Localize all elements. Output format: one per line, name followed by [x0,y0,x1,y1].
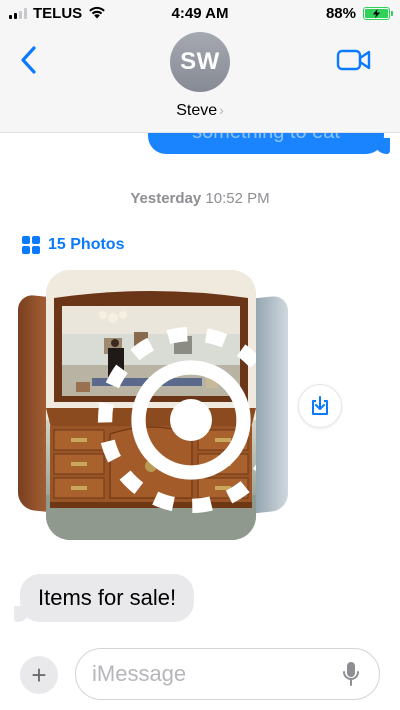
photo-stack[interactable] [18,268,288,543]
save-photos-button[interactable] [298,384,342,428]
chevron-right-icon: › [219,102,224,118]
plus-icon: + [31,659,47,690]
timestamp-time: 10:52 PM [205,190,270,207]
contact-name-button[interactable]: Steve › [0,102,400,120]
contact-avatar[interactable]: SW [170,32,230,92]
dresser-mirror-photo[interactable] [46,270,256,540]
photo-grid-icon [22,236,40,254]
live-photo-icon [97,326,256,514]
photos-count-label: 15 Photos [48,236,125,253]
message-timestamp: Yesterday 10:52 PM [0,190,400,207]
received-message-text: Items for sale! [38,585,177,610]
contact-name: Steve [176,102,218,119]
photos-collection-link[interactable]: 15 Photos [22,236,124,254]
apps-plus-button[interactable]: + [20,656,58,694]
status-bar: TELUS 4:49 AM 88% [0,0,400,28]
battery-percentage: 88% [325,5,356,22]
download-icon [312,396,328,415]
microphone-icon[interactable] [342,661,360,687]
video-camera-icon[interactable] [336,48,372,72]
timestamp-day: Yesterday [130,190,202,207]
received-message-bubble[interactable]: Items for sale! [20,574,195,622]
back-chevron-icon[interactable] [18,44,42,76]
imessage-input[interactable] [75,648,380,700]
avatar-initials: SW [180,48,220,75]
battery-charging-icon [363,7,393,20]
